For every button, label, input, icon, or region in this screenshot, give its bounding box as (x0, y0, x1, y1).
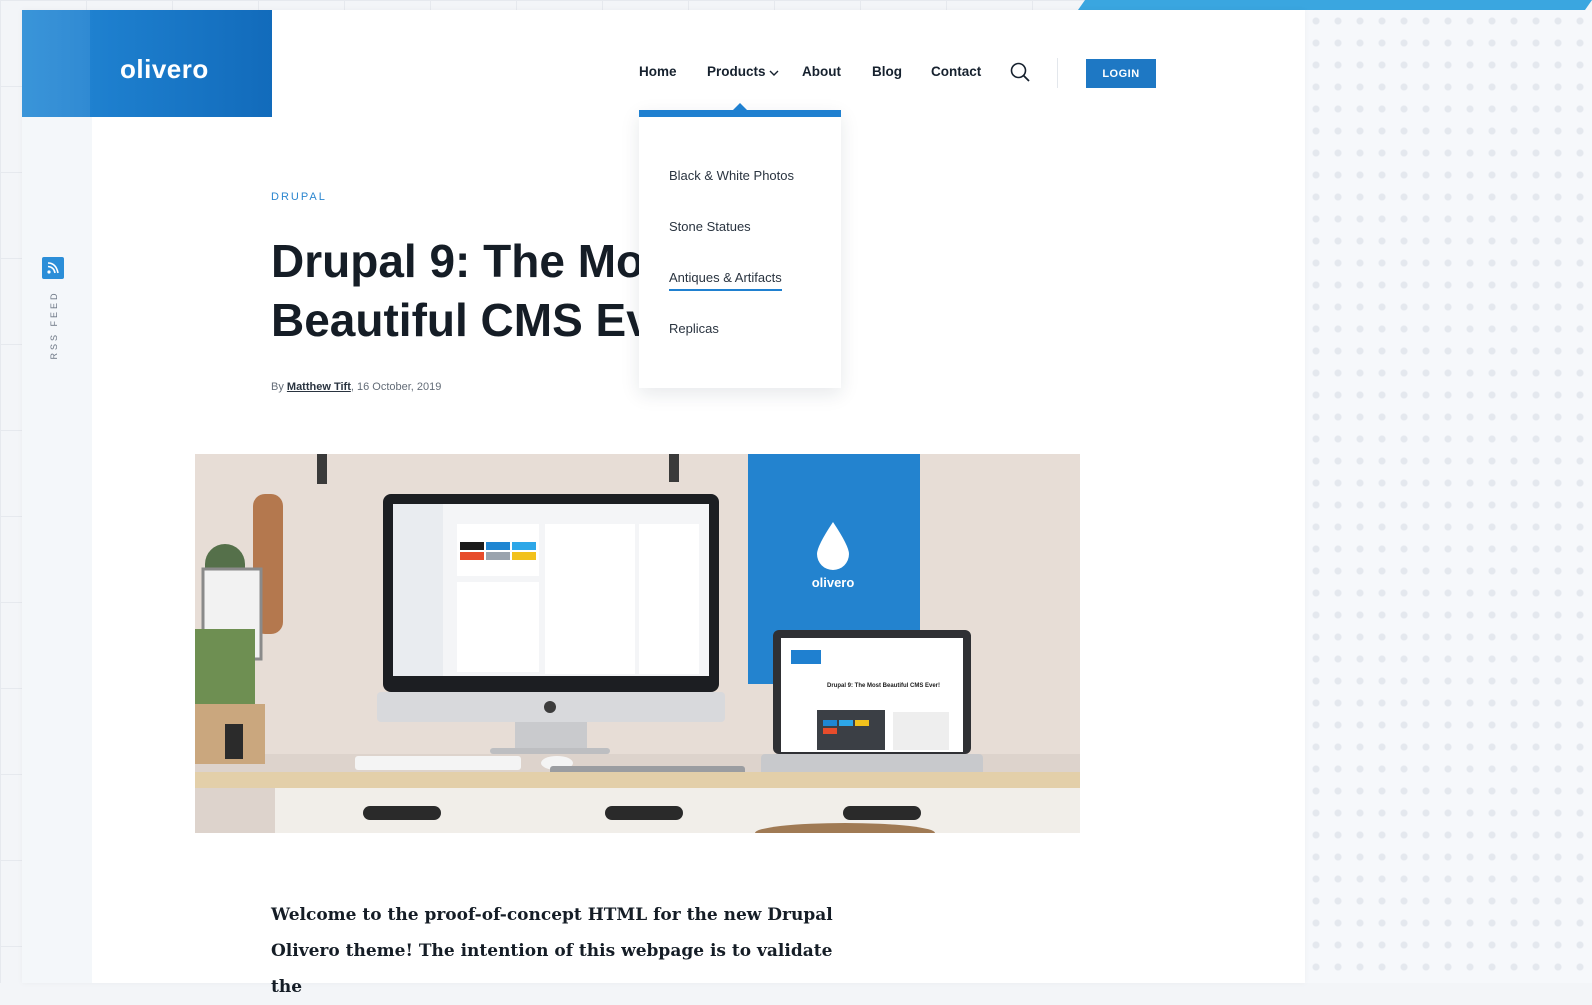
hero-image: olivero Drupal 9: The Most Beautiful CMS… (195, 454, 1080, 833)
logo-text: olivero (120, 54, 209, 84)
nav-item-home[interactable]: Home (639, 64, 677, 79)
dropdown-item-stone-statues[interactable]: Stone Statues (669, 219, 751, 234)
login-button[interactable]: LOGIN (1086, 59, 1156, 88)
nav-item-products[interactable]: Products (707, 64, 779, 80)
rss-icon[interactable] (42, 257, 64, 279)
article-title: Drupal 9: The Most Beautiful CMS Ever! (271, 232, 641, 352)
article-title-line-2: Beautiful CMS Ever! (271, 294, 641, 346)
hero-poster-text: olivero (812, 575, 855, 590)
article-intro: Welcome to the proof-of-concept HTML for… (271, 905, 833, 997)
nav-divider (1057, 58, 1058, 88)
article-title-line-1: Drupal 9: The Most (271, 235, 641, 287)
nav-item-products-label: Products (707, 64, 766, 79)
dropdown-item-antiques-artifacts[interactable]: Antiques & Artifacts (669, 270, 782, 291)
side-rail (22, 117, 92, 983)
article-category[interactable]: DRUPAL (271, 191, 327, 203)
nav-item-blog[interactable]: Blog (872, 64, 902, 79)
laptop-screen-title: Drupal 9: The Most Beautiful CMS Ever! (827, 683, 940, 689)
nav-item-about[interactable]: About (802, 64, 841, 79)
dropdown-item-replicas[interactable]: Replicas (669, 321, 719, 336)
side-pattern (1305, 10, 1592, 983)
dropdown-item-black-white-photos[interactable]: Black & White Photos (669, 168, 794, 183)
dropdown-caret (733, 103, 747, 110)
top-accent-bar (1077, 0, 1592, 10)
chevron-down-icon (769, 65, 779, 80)
site-logo[interactable]: olivero (22, 10, 272, 117)
rss-feed-label[interactable]: RSS FEED (49, 290, 59, 359)
author-link[interactable]: Matthew Tift (287, 381, 351, 393)
article-byline: By Matthew Tift, 16 October, 2019 (271, 381, 441, 393)
article-date: , 16 October, 2019 (350, 381, 442, 393)
nav-item-contact[interactable]: Contact (931, 64, 981, 79)
byline-prefix: By (271, 381, 287, 393)
search-icon[interactable] (1009, 61, 1031, 83)
logo-shade (22, 10, 90, 117)
products-dropdown-menu: Black & White Photos Stone Statues Antiq… (639, 103, 841, 388)
dropdown-accent-bar (639, 110, 841, 117)
